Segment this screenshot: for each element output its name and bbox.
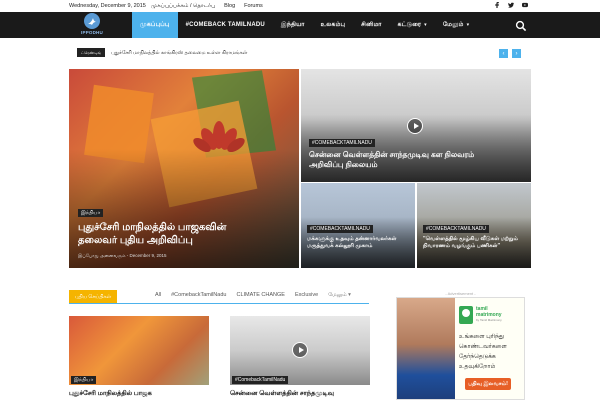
register-free-button[interactable]: பதிவு இலவசம்! [465,378,511,390]
chevron-left-icon: ‹ [502,50,505,57]
post-title[interactable]: "வெள்ளத்தில் மூழ்கிய வீடுகள் மற்றும் நிவ… [423,236,527,250]
nav-item-more[interactable]: மேலும் ▾ [435,12,477,38]
tab-exclusive[interactable]: Exclusive [295,292,318,299]
post-title[interactable]: மக்களுக்கு உதவும் தன்னார்வலர்கள் மருத்து… [307,236,411,250]
chevron-right-icon: › [515,50,518,57]
ad-text-line: உதவுகிறோம் [459,364,496,370]
play-icon[interactable] [407,118,423,134]
search-icon[interactable] [515,19,527,32]
chevron-down-icon: ▾ [348,292,351,298]
trending-prev-button[interactable]: ‹ [499,49,508,58]
main-navigation: IPPODHU முகப்புப்பு #COMEBACK TAMILNADU … [0,12,600,38]
advertisement-label: - Advertisement - [445,291,476,296]
post-category[interactable]: #COMEBACKTAMILNADU [309,139,375,147]
youtube-icon[interactable] [522,2,528,8]
post-title[interactable]: சென்னை வெள்ளத்தின் சாந்தமுடிவு கள நிலவரம… [309,150,524,170]
post-card-title[interactable]: சென்னை வெள்ளத்தின் சாந்தமுடிவு [230,390,334,398]
advertisement-banner[interactable]: tamil matrimony by Tamil Matrimony உங்களை… [396,297,525,400]
tab-all[interactable]: All [155,292,161,299]
nav-item-articles[interactable]: கட்டுரை ▾ [390,12,435,38]
site-logo[interactable]: IPPODHU [80,13,104,37]
play-icon[interactable] [292,342,308,358]
tab-more[interactable]: மேலும் ▾ [328,292,351,299]
post-category[interactable]: #ComebackTamilNadu [232,376,289,384]
trending-label: ட்ரெண்டிங் [77,48,105,57]
matrimony-logo-icon [459,306,473,324]
facebook-icon[interactable] [494,2,500,8]
post-category[interactable]: #COMEBACKTAMILNADU [307,225,373,233]
social-links [494,2,528,8]
nav-item-cinema[interactable]: சினிமா [353,12,389,38]
twitter-icon[interactable] [508,2,514,8]
post-category[interactable]: #COMEBACKTAMILNADU [423,225,489,233]
post-category[interactable]: இந்தியா [78,209,104,217]
section-tabs: All #ComebackTamilNadu CLIMATE CHANGE Ex… [155,292,351,299]
top-bar: Wednesday, December 9, 2015 முகப்புப்பக்… [0,0,600,12]
trending-bar: ட்ரெண்டிங் புதுச்சேரி மாநிலத்தில் காங்கி… [69,46,531,60]
ad-text-line: கொண்டவர்களை [459,344,507,350]
section-divider [69,303,369,304]
post-title[interactable]: புதுச்சேரி மாநிலத்தில் பாஜகவின் தலைவர் ப… [78,221,293,247]
trending-next-button[interactable]: › [512,49,521,58]
nav-item-home[interactable]: முகப்புப்பு [132,12,178,38]
current-date: Wednesday, December 9, 2015 [69,3,146,9]
matrimony-logo: tamil matrimony by Tamil Matrimony [459,306,519,326]
hero-post-top-right[interactable]: #COMEBACKTAMILNADU சென்னை வெள்ளத்தின் சா… [301,69,531,182]
top-link-home-contact[interactable]: முகப்புப்பக்கம் / தொடர்பு [151,3,215,10]
couple-photo [397,298,455,399]
chevron-down-icon: ▾ [424,22,427,28]
top-links: முகப்புப்பக்கம் / தொடர்பு Blog Forums [151,3,263,10]
nav-item-comeback-tamilnadu[interactable]: #COMEBACK TAMILNADU [178,12,273,38]
hero-post-bottom-left[interactable]: #COMEBACKTAMILNADU மக்களுக்கு உதவும் தன்… [301,183,415,268]
post-category[interactable]: இந்தியா [71,376,97,384]
hero-post-bottom-right[interactable]: #COMEBACKTAMILNADU "வெள்ளத்தில் மூழ்கிய … [417,183,531,268]
logo-text: IPPODHU [81,30,103,35]
hero-main-post[interactable]: இந்தியா புதுச்சேரி மாநிலத்தில் பாஜகவின் … [69,69,299,268]
top-link-blog[interactable]: Blog [224,3,235,10]
nav-item-world[interactable]: உலகம்பு [313,12,354,38]
section-title: புதிய செய்திகள் [69,290,117,303]
post-card-image[interactable]: #ComebackTamilNadu [230,316,370,385]
chevron-down-icon: ▾ [466,22,470,28]
post-meta: இப்போது அனைவரும் - December 9, 2015 [78,253,167,258]
nav-menu: முகப்புப்பு #COMEBACK TAMILNADU இந்தியா … [132,12,477,38]
logo-icon [84,13,100,29]
nav-item-india[interactable]: இந்தியா [273,12,313,38]
ad-text-line: உங்களை புரிந்து [459,334,505,340]
post-card-title[interactable]: புதுச்சேரி மாநிலத்தில் பாஜக [69,390,152,398]
top-link-forums[interactable]: Forums [244,3,263,10]
trending-headline[interactable]: புதுச்சேரி மாநிலத்தில் காங்கிரஸ் தலைமை உ… [111,50,247,56]
tab-comeback-tamilnadu[interactable]: #ComebackTamilNadu [171,292,226,299]
tab-climate-change[interactable]: CLIMATE CHANGE [236,292,285,299]
post-card-image[interactable]: இந்தியா [69,316,209,385]
ad-text-line: தேர்ந்தெடுக்க [459,354,496,360]
